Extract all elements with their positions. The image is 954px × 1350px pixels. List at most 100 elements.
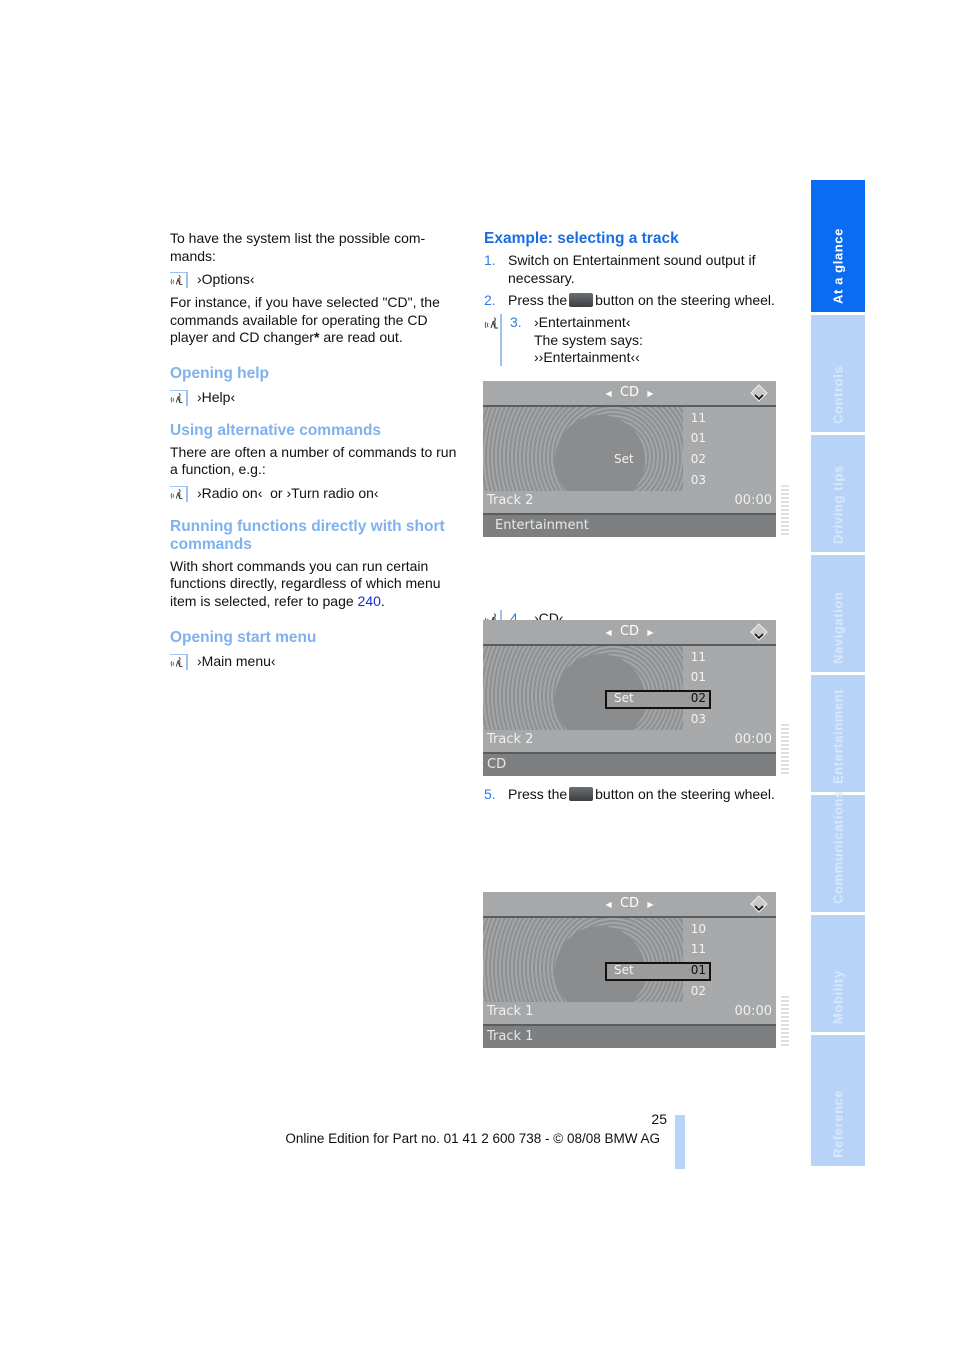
set-label: Set	[614, 963, 634, 977]
tab-label: Mobility	[830, 970, 846, 1024]
track-number: 02	[690, 984, 706, 998]
intro-text: To have the system list the possible com…	[170, 230, 426, 264]
voice-command-icon	[170, 272, 188, 288]
track-number: 03	[690, 712, 706, 726]
status-bar: Track 2 00:00	[483, 730, 776, 754]
footer-label: Entertainment	[495, 518, 589, 533]
controller-icon	[750, 623, 768, 641]
image-code	[781, 485, 789, 537]
alternative-text: There are often a number of commands to …	[170, 443, 457, 478]
side-tab-reference[interactable]: Reference	[811, 1035, 865, 1166]
tab-label: Controls	[830, 365, 846, 424]
page-number: 25	[651, 1111, 667, 1127]
screen-header: ◀ CD ▶	[483, 381, 776, 407]
tab-label: Driving tips	[830, 465, 846, 544]
voice-command-options: ›Options‹	[170, 271, 462, 288]
voice-command-icon	[170, 485, 188, 502]
track-number: 03	[690, 473, 706, 487]
status-bar: Track 2 00:00	[483, 491, 776, 515]
screen-footer: Entertainment	[483, 515, 776, 537]
left-arrow-icon: ◀	[605, 389, 612, 398]
command-text: ›Main menu‹	[197, 653, 276, 669]
step-text-end: button on the steering wheel.	[595, 292, 775, 308]
left-arrow-icon: ◀	[605, 628, 612, 637]
heading-example: Example: selecting a track	[484, 230, 679, 247]
track-number: 01	[690, 431, 706, 445]
idrive-screen-2: ◀ CD ▶ 11 01 Set 02 03 Track 2 00:00 CD	[483, 620, 776, 776]
elapsed-time: 00:00	[734, 493, 772, 508]
tab-label: At a glance	[830, 228, 846, 304]
step-5: 5. Press the button on the steering wheel…	[484, 786, 784, 804]
step-3: 3. ›Entertainment‹ The system says: ››En…	[484, 314, 780, 366]
step-2: 2. Press the button on the steering wheel…	[484, 292, 784, 310]
step-line: The system says:	[534, 331, 643, 348]
heading-short-commands: Running functions directly with short co…	[170, 517, 445, 553]
image-code	[781, 996, 789, 1048]
voice-command-help: ›Help‹	[170, 388, 462, 406]
screen-header: ◀ CD ▶	[483, 620, 776, 646]
heading-start-menu: Opening start menu	[170, 629, 317, 646]
instance-text-end: are read out.	[319, 329, 403, 345]
steering-wheel-voice-button-icon	[569, 787, 594, 801]
current-track: Track 2	[487, 732, 534, 747]
current-track: Track 1	[487, 1004, 534, 1019]
side-tab-mobility[interactable]: Mobility	[811, 915, 865, 1032]
edition-note: Online Edition for Part no. 01 41 2 600 …	[285, 1131, 660, 1146]
voice-command-icon	[484, 316, 502, 330]
status-bar: Track 1 00:00	[483, 1002, 776, 1026]
side-tab-at-a-glance[interactable]: At a glance	[811, 180, 865, 312]
page-marker	[675, 1115, 685, 1169]
voice-command-icon	[170, 654, 188, 670]
left-arrow-icon: ◀	[605, 900, 612, 909]
page-link-240[interactable]: 240	[358, 593, 381, 609]
step-text-end: button on the steering wheel.	[595, 786, 775, 802]
track-number: 11	[690, 942, 706, 956]
step-1: 1. Switch on Entertainment sound output …	[484, 252, 776, 287]
set-label: Set	[614, 452, 634, 466]
step-number: 5.	[484, 786, 496, 802]
idrive-screen-1: ◀ CD ▶ 11 01 Set 02 03 Track 2 00:00 Ent…	[483, 381, 776, 537]
command-text: ›Radio on‹ or ›Turn radio on‹	[197, 484, 379, 501]
screen-footer: CD	[483, 754, 776, 776]
tab-label: Communications	[830, 790, 846, 904]
step-text: Switch on Entertainment sound output if …	[508, 252, 756, 286]
step-number: 1.	[484, 252, 496, 268]
screen-title: CD	[619, 624, 640, 639]
controller-icon	[750, 384, 768, 402]
short-commands-text: With short commands you can run certain …	[170, 557, 441, 609]
step-text: Press the	[508, 292, 568, 308]
tab-label: Entertainment	[830, 688, 846, 784]
screen-title: CD	[619, 896, 640, 911]
right-arrow-icon: ▶	[647, 628, 654, 637]
instance-paragraph: For instance, if you have selected "CD",…	[170, 294, 462, 347]
elapsed-time: 00:00	[734, 1004, 772, 1019]
voice-command-radio: ›Radio on‹ or ›Turn radio on‹	[170, 484, 462, 502]
set-label: Set	[614, 691, 634, 705]
side-tab-driving-tips[interactable]: Driving tips	[811, 435, 865, 552]
footer-label: Track 1	[487, 1029, 534, 1044]
image-code	[781, 724, 789, 776]
track-number: 10	[690, 922, 706, 936]
side-tab-controls[interactable]: Controls	[811, 315, 865, 432]
step-number: 2.	[484, 292, 496, 308]
elapsed-time: 00:00	[734, 732, 772, 747]
heading-opening-help: Opening help	[170, 364, 270, 382]
voice-command-main-menu: ›Main menu‹	[170, 653, 462, 670]
idrive-screen-3: ◀ CD ▶ 10 11 Set 01 02 Track 1 00:00 Tra…	[483, 892, 776, 1048]
track-number: 11	[690, 411, 706, 425]
side-tab-entertainment[interactable]: Entertainment	[811, 675, 865, 792]
tab-label: Reference	[830, 1089, 846, 1158]
track-number: 02	[690, 452, 706, 466]
short-commands-paragraph: With short commands you can run certain …	[170, 558, 462, 611]
tab-label: Navigation	[830, 591, 846, 664]
step-line: ››Entertainment‹‹	[534, 349, 640, 365]
current-track: Track 2	[487, 493, 534, 508]
command-text: ›Options‹	[197, 271, 255, 287]
voice-command-icon	[170, 389, 188, 406]
controller-icon	[750, 895, 768, 913]
step-line: ›Entertainment‹	[534, 314, 631, 330]
command-text: ›Help‹	[197, 388, 236, 405]
side-tab-navigation[interactable]: Navigation	[811, 555, 865, 672]
side-tab-communications[interactable]: Communications	[811, 790, 865, 912]
steering-wheel-voice-button-icon	[569, 293, 594, 307]
